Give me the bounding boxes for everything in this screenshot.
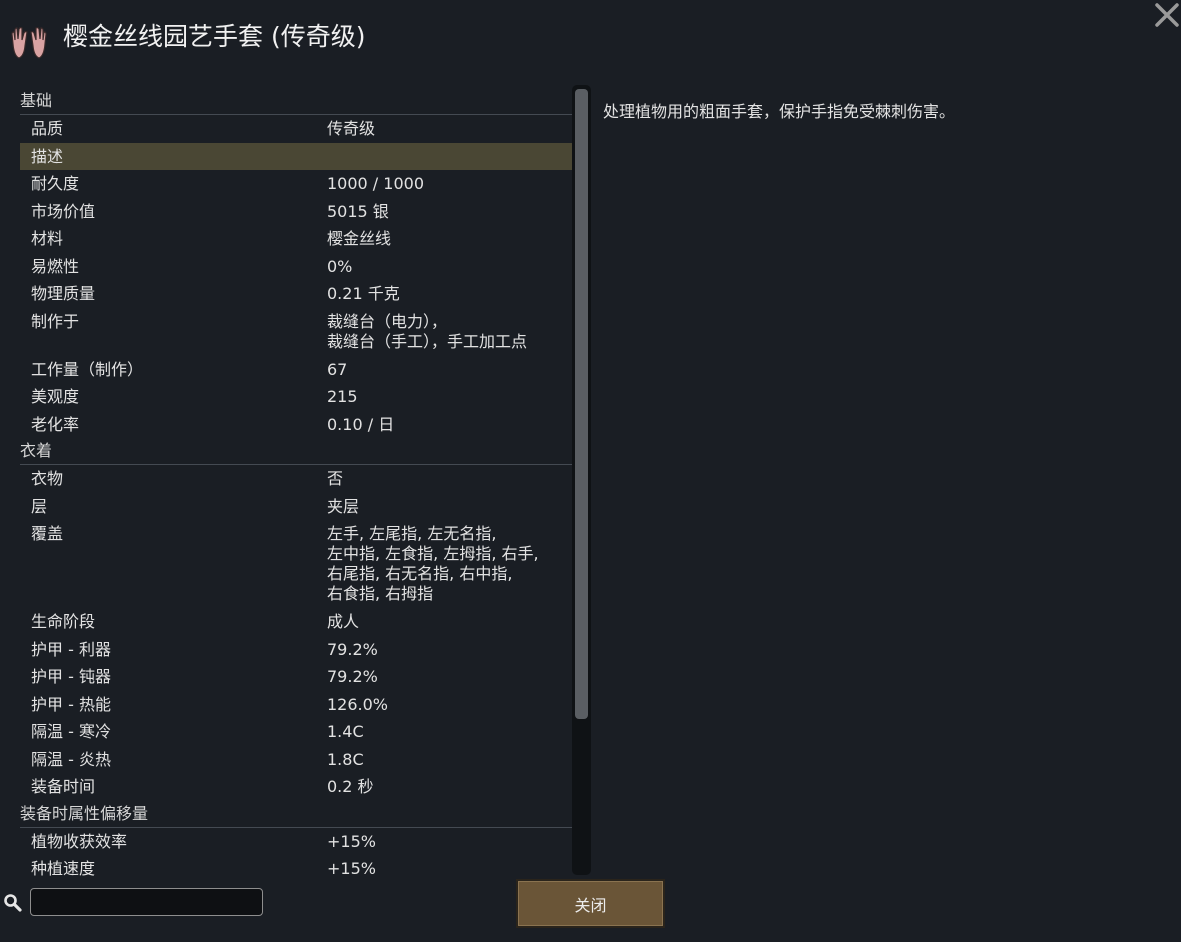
- stat-row-armor-sharp[interactable]: 护甲 - 利器 79.2%: [20, 636, 572, 664]
- stat-value: 79.2%: [327, 667, 378, 686]
- stat-value: 左手, 左尾指, 左无名指, 左中指, 左食指, 左拇指, 右手, 右尾指, 右…: [327, 524, 539, 603]
- stat-row-life-stage[interactable]: 生命阶段 成人: [20, 608, 572, 636]
- stat-row-equip-delay[interactable]: 装备时间 0.2 秒: [20, 773, 572, 801]
- stat-label: 隔温 - 炎热: [31, 749, 111, 769]
- stat-row-armor-blunt[interactable]: 护甲 - 钝器 79.2%: [20, 663, 572, 691]
- stat-row-material[interactable]: 材料 樱金丝线: [20, 225, 572, 253]
- stat-value: +15%: [327, 859, 376, 878]
- stat-value: 0%: [327, 256, 353, 276]
- stats-panel: 基础 品质 传奇级 描述 耐久度 1000 / 1000 市场价值 5015 银 材料…: [20, 88, 572, 878]
- section-header-equipped-offsets: 装备时属性偏移量: [20, 801, 572, 828]
- stat-value: +15%: [327, 831, 376, 851]
- stat-value: 0.10 / 日: [327, 414, 395, 434]
- stat-value: 樱金丝线: [327, 229, 392, 248]
- stat-value: 0.2 秒: [327, 777, 374, 796]
- stat-label: 老化率: [31, 414, 80, 434]
- page-title: 樱金丝线园艺手套 (传奇级): [63, 22, 366, 51]
- stat-value: 67: [327, 359, 348, 379]
- stat-value: 否: [327, 469, 344, 488]
- stat-value: 1.8C: [327, 749, 364, 769]
- section-header-apparel: 衣着: [20, 438, 572, 465]
- stat-row-layer[interactable]: 层 夹层: [20, 493, 572, 521]
- stat-value: 裁缝台（电力）， 裁缝台（手工），手工加工点: [327, 311, 528, 351]
- description-text: 处理植物用的粗面手套，保护手指免受棘刺伤害。: [603, 102, 956, 121]
- stat-row-quality[interactable]: 品质 传奇级: [20, 115, 572, 143]
- stat-label: 品质: [31, 119, 64, 138]
- stat-value: 传奇级: [327, 119, 376, 138]
- stat-row-description[interactable]: 描述: [20, 142, 572, 170]
- stat-label: 层: [31, 496, 48, 516]
- stat-row-clothing[interactable]: 衣物 否: [20, 465, 572, 493]
- stat-row-made-at[interactable]: 制作于 裁缝台（电力）， 裁缝台（手工），手工加工点: [20, 308, 572, 356]
- stat-value: 1.4C: [327, 722, 364, 741]
- stat-label: 耐久度: [31, 174, 80, 193]
- stat-label: 护甲 - 热能: [31, 694, 111, 714]
- stat-label: 装备时间: [31, 777, 96, 796]
- stat-row-deterioration[interactable]: 老化率 0.10 / 日: [20, 411, 572, 439]
- stat-row-flammability[interactable]: 易燃性 0%: [20, 253, 572, 281]
- stat-row-market-value[interactable]: 市场价值 5015 银: [20, 198, 572, 226]
- stat-label: 隔温 - 寒冷: [31, 722, 111, 741]
- stat-row-armor-heat[interactable]: 护甲 - 热能 126.0%: [20, 691, 572, 719]
- stat-label: 物理质量: [31, 284, 96, 303]
- close-icon[interactable]: [1154, 2, 1180, 28]
- close-button[interactable]: 关闭: [516, 879, 665, 928]
- stat-label: 护甲 - 利器: [31, 639, 111, 659]
- stat-row-work-to-make[interactable]: 工作量（制作） 67: [20, 356, 572, 384]
- stat-value: 夹层: [327, 496, 360, 516]
- stat-label: 衣物: [31, 469, 64, 488]
- stat-label: 材料: [31, 229, 64, 248]
- stat-row-plant-work-speed[interactable]: 种植速度 +15%: [20, 855, 572, 878]
- stat-label: 描述: [31, 146, 64, 166]
- stat-label: 种植速度: [31, 859, 96, 878]
- stat-row-insulation-heat[interactable]: 隔温 - 炎热 1.8C: [20, 746, 572, 774]
- stat-label: 生命阶段: [31, 612, 96, 631]
- gloves-icon: [9, 22, 49, 62]
- stat-row-mass[interactable]: 物理质量 0.21 千克: [20, 280, 572, 308]
- stat-row-covers[interactable]: 覆盖 左手, 左尾指, 左无名指, 左中指, 左食指, 左拇指, 右手, 右尾指,…: [20, 520, 572, 608]
- stat-label: 制作于: [31, 311, 80, 331]
- stat-row-beauty[interactable]: 美观度 215: [20, 383, 572, 411]
- stat-value: 79.2%: [327, 639, 378, 659]
- search-input[interactable]: [30, 888, 263, 916]
- scrollbar-thumb[interactable]: [575, 89, 588, 719]
- search-icon: [3, 893, 23, 913]
- stat-value: 成人: [327, 612, 360, 631]
- stat-value: 126.0%: [327, 694, 389, 714]
- stat-label: 工作量（制作）: [31, 359, 144, 379]
- stat-row-insulation-cold[interactable]: 隔温 - 寒冷 1.4C: [20, 718, 572, 746]
- stat-label: 覆盖: [31, 524, 64, 543]
- section-header-basic: 基础: [20, 88, 572, 115]
- stat-label: 护甲 - 钝器: [31, 667, 111, 686]
- stat-value: 5015 银: [327, 201, 389, 221]
- stat-label: 植物收获效率: [31, 831, 128, 851]
- stat-row-plant-harvest-yield[interactable]: 植物收获效率 +15%: [20, 828, 572, 856]
- stat-value: 0.21 千克: [327, 284, 400, 303]
- stat-label: 美观度: [31, 387, 80, 406]
- stat-label: 市场价值: [31, 201, 96, 221]
- stat-label: 易燃性: [31, 256, 80, 276]
- stat-value: 1000 / 1000: [327, 174, 424, 193]
- stat-value: 215: [327, 387, 358, 406]
- stat-row-durability[interactable]: 耐久度 1000 / 1000: [20, 170, 572, 198]
